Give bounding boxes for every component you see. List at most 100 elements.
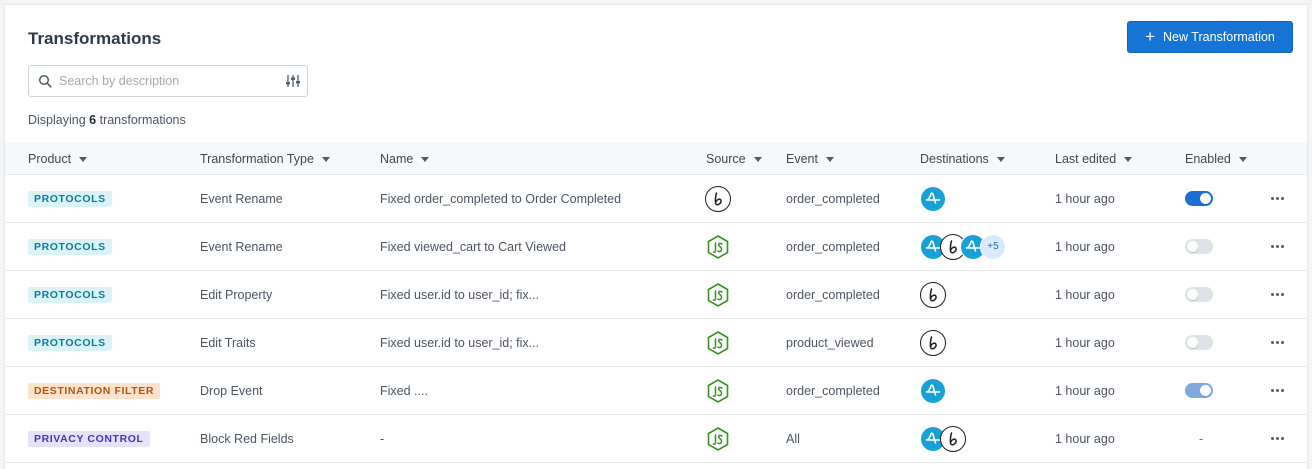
last-edited: 1 hour ago — [1055, 191, 1115, 206]
table-row[interactable]: PROTOCOLS Event Rename Fixed order_complet… — [5, 175, 1307, 223]
table-row[interactable]: PROTOCOLS Edit Traits Fixed user.id to use… — [5, 319, 1307, 367]
transformation-name[interactable]: Fixed user.id to user_id; fix... — [380, 319, 539, 366]
last-edited: 1 hour ago — [1055, 239, 1115, 254]
page-title: Transformations — [28, 29, 162, 48]
column-header-label: Product — [28, 151, 72, 166]
sort-caret-icon — [1238, 156, 1247, 162]
enabled-toggle[interactable] — [1185, 191, 1213, 206]
last-edited: 1 hour ago — [1055, 335, 1115, 350]
row-actions-menu-icon[interactable] — [1267, 193, 1288, 204]
transformation-type: Block Red Fields — [200, 431, 294, 446]
column-header-label: Event — [786, 151, 818, 166]
row-actions-menu-icon[interactable] — [1267, 433, 1288, 444]
table-row[interactable]: PROTOCOLS Edit Property Fixed user.id to u… — [5, 271, 1307, 319]
sort-caret-icon — [825, 156, 834, 162]
enabled-toggle — [1185, 383, 1213, 398]
enabled-toggle[interactable] — [1185, 239, 1213, 254]
transformation-type: Edit Property — [200, 287, 273, 302]
column-header-event[interactable]: Event — [786, 142, 834, 175]
column-header-product[interactable]: Product — [28, 142, 88, 175]
sort-caret-icon — [79, 156, 88, 162]
column-header-label: Name — [380, 151, 414, 166]
column-header-label: Transformation Type — [200, 151, 314, 166]
row-actions-menu-icon[interactable] — [1267, 385, 1288, 396]
results-count-suffix: transformations — [99, 113, 186, 127]
toggle-knob — [1187, 289, 1198, 300]
search-input[interactable] — [59, 66, 279, 96]
destinations-list — [920, 281, 946, 308]
transformation-name[interactable]: Fixed order_completed to Order Completed — [380, 175, 621, 222]
plus-icon: + — [1145, 26, 1156, 46]
braze-icon — [920, 281, 946, 308]
product-badge: PRIVACY CONTROL — [28, 430, 150, 447]
transformation-name[interactable]: Fixed user.id to user_id; fix... — [380, 271, 539, 318]
event-name: All — [786, 431, 800, 446]
column-header-destinations[interactable]: Destinations — [920, 142, 1005, 175]
column-header-enabled[interactable]: Enabled — [1185, 142, 1247, 175]
amplitude-icon — [920, 377, 946, 404]
column-header-label: Last edited — [1055, 151, 1117, 166]
table-row[interactable]: PROTOCOLS Event Rename Fixed viewed_cart t… — [5, 223, 1307, 271]
last-edited: 1 hour ago — [1055, 431, 1115, 446]
enabled-toggle[interactable] — [1185, 335, 1213, 350]
amplitude-icon — [920, 185, 946, 212]
row-actions-menu-icon[interactable] — [1267, 241, 1288, 252]
column-header-label: Destinations — [920, 151, 989, 166]
column-header-label: Source — [706, 151, 746, 166]
transformation-type: Drop Event — [200, 383, 263, 398]
sort-caret-icon — [1124, 156, 1133, 162]
column-header-source[interactable]: Source — [706, 142, 762, 175]
new-transformation-label: New Transformation — [1163, 30, 1275, 44]
more-destinations-badge[interactable]: +5 — [980, 233, 1006, 260]
javascript-icon — [705, 426, 731, 452]
last-edited: 1 hour ago — [1055, 287, 1115, 302]
destinations-list — [920, 377, 946, 404]
last-edited: 1 hour ago — [1055, 383, 1115, 398]
transformations-panel: Transformations + New Transformation Dis… — [4, 4, 1308, 469]
event-name: product_viewed — [786, 335, 874, 350]
column-header-name[interactable]: Name — [380, 142, 430, 175]
destinations-list — [920, 425, 966, 452]
product-badge: DESTINATION FILTER — [28, 382, 161, 399]
event-name: order_completed — [786, 287, 880, 302]
destinations-list — [920, 185, 946, 212]
search-icon — [38, 74, 52, 88]
product-badge: PROTOCOLS — [28, 286, 112, 303]
filter-sliders-icon[interactable] — [285, 74, 301, 88]
event-name: order_completed — [786, 239, 880, 254]
table-row[interactable]: PRIVACY CONTROL Block Red Fields - All 1 hou… — [5, 415, 1307, 463]
sort-caret-icon — [996, 156, 1005, 162]
sort-caret-icon — [321, 156, 330, 162]
results-count-number: 6 — [89, 113, 97, 127]
enabled-dash: - — [1199, 431, 1204, 446]
destinations-list: +5 — [920, 233, 1006, 260]
sort-caret-icon — [753, 156, 762, 162]
results-count: Displaying 6 transformations — [28, 113, 186, 127]
transformation-name[interactable]: Fixed .... — [380, 367, 428, 414]
toggle-knob — [1200, 193, 1211, 204]
javascript-icon — [705, 378, 731, 404]
column-header-type[interactable]: Transformation Type — [200, 142, 330, 175]
transformation-name[interactable]: - — [380, 415, 384, 462]
table-header: Product Transformation Type Name Source … — [5, 142, 1307, 175]
javascript-icon — [705, 282, 731, 308]
toggle-knob — [1200, 385, 1211, 396]
row-actions-menu-icon[interactable] — [1267, 337, 1288, 348]
destinations-list — [920, 329, 946, 356]
event-name: order_completed — [786, 191, 880, 206]
braze-icon — [705, 185, 731, 212]
column-header-last-edited[interactable]: Last edited — [1055, 142, 1133, 175]
sort-caret-icon — [421, 156, 430, 162]
transformation-name[interactable]: Fixed viewed_cart to Cart Viewed — [380, 223, 566, 270]
new-transformation-button[interactable]: + New Transformation — [1127, 21, 1293, 53]
event-name: order_completed — [786, 383, 880, 398]
javascript-icon — [705, 234, 731, 260]
table-row[interactable]: DESTINATION FILTER Drop Event Fixed .... or… — [5, 367, 1307, 415]
product-badge: PROTOCOLS — [28, 190, 112, 207]
row-actions-menu-icon[interactable] — [1267, 289, 1288, 300]
braze-icon — [920, 329, 946, 356]
transformation-type: Event Rename — [200, 239, 283, 254]
enabled-toggle[interactable] — [1185, 287, 1213, 302]
transformation-type: Event Rename — [200, 191, 283, 206]
toggle-knob — [1187, 337, 1198, 348]
